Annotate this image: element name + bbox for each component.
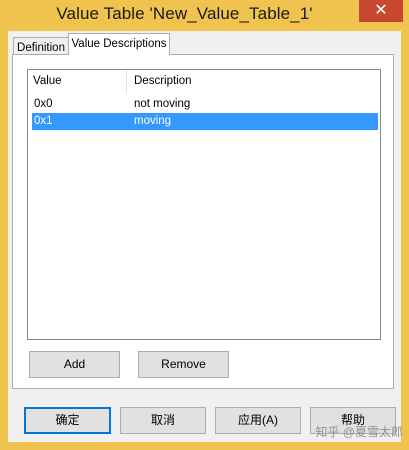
column-separator[interactable] (126, 70, 127, 94)
tab-value-descriptions[interactable]: Value Descriptions (68, 33, 170, 55)
list-item[interactable]: 0x0 not moving (32, 96, 378, 113)
list-item-value: 0x0 (34, 98, 53, 110)
list-header: Value Description (28, 70, 380, 94)
add-button[interactable]: Add (29, 351, 120, 378)
tab-panel: Value Description 0x0 not moving 0x1 mov… (12, 54, 394, 389)
remove-button[interactable]: Remove (138, 351, 229, 378)
column-header-value[interactable]: Value (33, 75, 62, 87)
list-item-description: moving (134, 115, 172, 127)
window-title: Value Table 'New_Value_Table_1' (56, 4, 313, 23)
help-button[interactable]: 帮助 (310, 407, 396, 434)
dialog-window: Value Table 'New_Value_Table_1' ✕ Defini… (0, 0, 409, 450)
ok-button[interactable]: 确定 (24, 407, 111, 434)
title-bar[interactable]: Value Table 'New_Value_Table_1' ✕ (0, 0, 409, 30)
list-item-value: 0x1 (34, 115, 53, 127)
apply-button[interactable]: 应用(A) (215, 407, 301, 434)
cancel-button[interactable]: 取消 (120, 407, 206, 434)
list-item-selected[interactable]: 0x1 moving (32, 113, 378, 130)
close-icon[interactable]: ✕ (359, 0, 403, 22)
list-item-description: not moving (134, 98, 191, 110)
column-header-description[interactable]: Description (134, 75, 192, 87)
value-description-list[interactable]: Value Description 0x0 not moving 0x1 mov… (27, 69, 381, 340)
dialog-client-area: Definition Value Descriptions Value Desc… (8, 31, 401, 442)
